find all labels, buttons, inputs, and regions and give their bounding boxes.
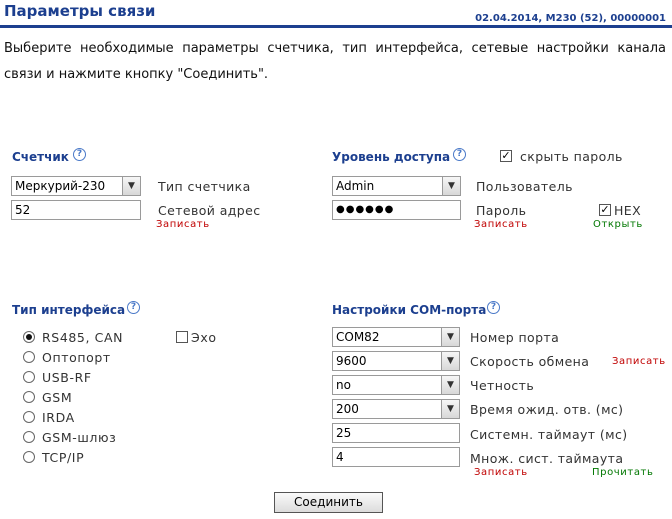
- password-input[interactable]: ●●●●●●: [332, 200, 461, 220]
- com-read-link[interactable]: Прочитать: [592, 467, 653, 478]
- user-value: Admin: [336, 179, 375, 193]
- chevron-down-icon[interactable]: ▼: [122, 177, 140, 195]
- system-timeout-input[interactable]: 25: [332, 423, 460, 443]
- network-address-label: Сетевой адрес: [158, 203, 261, 218]
- system-timeout-label: Системн. таймаут (мс): [470, 427, 628, 442]
- port-value: COM82: [336, 330, 380, 344]
- timeout-multiplier-input[interactable]: 4: [332, 447, 460, 467]
- timeout-multiplier-label: Множ. сист. таймаута: [470, 451, 624, 466]
- interface-section-title: Тип интерфейса: [12, 303, 126, 317]
- interface-radio-gsm[interactable]: [23, 391, 35, 403]
- interface-option-label: IRDA: [42, 410, 75, 425]
- parity-label: Четность: [470, 378, 535, 393]
- interface-option-label: USB-RF: [42, 370, 92, 385]
- chevron-down-icon[interactable]: ▼: [441, 352, 459, 370]
- interface-option-label: RS485, CAN: [42, 330, 124, 345]
- connect-button[interactable]: Соединить: [274, 492, 383, 513]
- speed-select[interactable]: 9600 ▼: [332, 351, 460, 371]
- help-icon[interactable]: ?: [73, 148, 86, 161]
- counter-type-label: Тип счетчика: [158, 179, 251, 194]
- network-address-input[interactable]: 52: [11, 200, 141, 220]
- help-icon[interactable]: ?: [487, 301, 500, 314]
- header-divider: [0, 25, 672, 28]
- parity-select[interactable]: no ▼: [332, 375, 460, 395]
- wait-select[interactable]: 200 ▼: [332, 399, 460, 419]
- chevron-down-icon[interactable]: ▼: [441, 328, 459, 346]
- interface-radio-irda[interactable]: [23, 411, 35, 423]
- interface-option-label: TCP/IP: [42, 450, 85, 465]
- help-icon[interactable]: ?: [453, 148, 466, 161]
- hide-password-checkbox[interactable]: ✓: [500, 150, 512, 162]
- user-label: Пользователь: [476, 179, 573, 194]
- counter-type-select[interactable]: Меркурий-230 ▼: [11, 176, 141, 196]
- password-label: Пароль: [476, 203, 527, 218]
- password-write-link[interactable]: Записать: [474, 219, 528, 230]
- hex-checkbox[interactable]: ✓: [599, 204, 611, 216]
- wait-value: 200: [336, 402, 359, 416]
- interface-radio-rs485[interactable]: [23, 331, 35, 343]
- speed-label: Скорость обмена: [470, 354, 590, 369]
- com-section-title: Настройки COM-порта: [332, 303, 487, 317]
- echo-checkbox[interactable]: [176, 331, 188, 343]
- user-select[interactable]: Admin ▼: [332, 176, 461, 196]
- chevron-down-icon[interactable]: ▼: [441, 376, 459, 394]
- interface-option-label: GSM-шлюз: [42, 430, 117, 445]
- parity-value: no: [336, 378, 351, 392]
- speed-write-link[interactable]: Записать: [612, 356, 666, 367]
- access-section-title: Уровень доступа: [332, 150, 451, 164]
- password-open-link[interactable]: Открыть: [593, 219, 643, 230]
- help-icon[interactable]: ?: [127, 301, 140, 314]
- hide-password-label: скрыть пароль: [520, 149, 623, 164]
- interface-option-label: GSM: [42, 390, 73, 405]
- page-description: Выберите необходимые параметры счетчика,…: [4, 41, 666, 82]
- interface-radio-tcp-ip[interactable]: [23, 451, 35, 463]
- interface-radio-gsm-gateway[interactable]: [23, 431, 35, 443]
- port-select[interactable]: COM82 ▼: [332, 327, 460, 347]
- device-meta: 02.04.2014, M230 (52), 00000001: [475, 13, 666, 24]
- counter-section-title: Счетчик: [12, 150, 69, 164]
- speed-value: 9600: [336, 354, 367, 368]
- echo-label: Эхо: [191, 330, 217, 345]
- interface-option-label: Оптопорт: [42, 350, 111, 365]
- chevron-down-icon[interactable]: ▼: [441, 400, 459, 418]
- hex-label: HEX: [614, 203, 642, 218]
- interface-radio-usb-rf[interactable]: [23, 371, 35, 383]
- wait-label: Время ожид. отв. (мс): [470, 402, 624, 417]
- port-label: Номер порта: [470, 330, 560, 345]
- counter-write-link[interactable]: Записать: [156, 219, 210, 230]
- counter-type-value: Меркурий-230: [15, 179, 106, 193]
- page-title: Параметры связи: [4, 2, 156, 20]
- interface-radio-optoport[interactable]: [23, 351, 35, 363]
- com-write-link[interactable]: Записать: [474, 467, 528, 478]
- chevron-down-icon[interactable]: ▼: [442, 177, 460, 195]
